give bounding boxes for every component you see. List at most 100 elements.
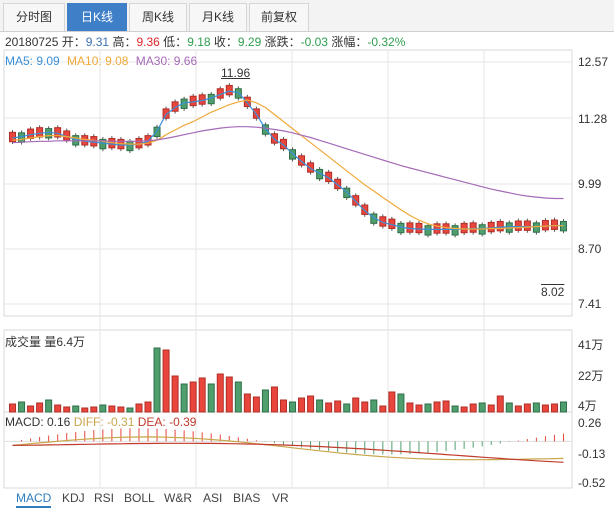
candle-body xyxy=(406,222,414,233)
volume-bar xyxy=(451,405,459,413)
period-tab-bar: 分时图 日K线 周K线 月K线 前复权 xyxy=(0,0,614,32)
indicator-tab-asi[interactable]: ASI xyxy=(203,491,222,505)
tab-daily-kline[interactable]: 日K线 xyxy=(67,3,127,31)
candle-body xyxy=(36,127,44,138)
dea-value: DEA: -0.39 xyxy=(137,415,197,429)
volume-bar xyxy=(261,389,269,413)
volume-bar xyxy=(9,403,17,413)
volume-bar xyxy=(433,401,441,413)
volume-bar xyxy=(496,395,504,413)
volume-bar xyxy=(270,386,278,413)
volume-bar xyxy=(550,403,558,413)
volume-bar xyxy=(108,405,116,413)
volume-bar xyxy=(162,349,170,413)
change-pct-value: -0.32% xyxy=(367,35,406,49)
macd-tick-1: 0.26 xyxy=(578,416,602,430)
open-value: 9.31 xyxy=(85,35,110,49)
tab-forward-adjusted[interactable]: 前复权 xyxy=(249,3,309,31)
volume-bar xyxy=(99,404,107,413)
volume-bar xyxy=(487,404,495,413)
volume-bar xyxy=(45,399,53,413)
volume-bar xyxy=(63,406,71,413)
volume-bar xyxy=(207,383,215,413)
indicator-tab-bias[interactable]: BIAS xyxy=(233,491,260,505)
candle-body xyxy=(424,225,432,236)
volume-bar xyxy=(90,406,98,413)
tab-intraday[interactable]: 分时图 xyxy=(3,3,65,31)
price-tick-3: 9.99 xyxy=(578,177,602,191)
volume-bar xyxy=(135,403,143,413)
volume-bar xyxy=(379,405,387,413)
candle-body xyxy=(532,222,540,233)
volume-bar xyxy=(54,404,62,413)
candle-body xyxy=(469,222,477,233)
macd-tick-2: -0.13 xyxy=(578,447,606,461)
close-value: 9.29 xyxy=(237,35,262,49)
indicator-tab-vr[interactable]: VR xyxy=(272,491,289,505)
volume-bar xyxy=(406,402,414,413)
volume-tick-1: 41万 xyxy=(578,338,604,352)
price-tick-2: 11.28 xyxy=(578,112,608,126)
price-high-marker: 11.96 xyxy=(221,66,251,80)
volume-bar xyxy=(126,407,134,413)
ma30-label: MA30: 9.66 xyxy=(135,54,198,68)
candle-body xyxy=(189,95,197,107)
ohlc-info-line: 20180725 开：9.31 高：9.36 低：9.18 收：9.29 涨跌：… xyxy=(5,35,406,49)
volume-bar xyxy=(234,381,242,413)
volume-bar xyxy=(415,404,423,413)
volume-bar xyxy=(117,406,125,413)
candle-body xyxy=(442,223,450,234)
candle-body xyxy=(541,220,549,231)
volume-bar xyxy=(225,376,233,413)
volume-bar xyxy=(298,397,306,413)
stock-chart-canvas[interactable] xyxy=(0,0,614,509)
tab-weekly-kline[interactable]: 周K线 xyxy=(129,3,187,31)
volume-bar xyxy=(198,377,206,413)
change-value: -0.03 xyxy=(300,35,328,49)
indicator-tab-wr[interactable]: W&R xyxy=(164,491,192,505)
volume-tick-3: 4万 xyxy=(578,399,597,413)
candle-body xyxy=(27,128,35,139)
volume-tick-2: 22万 xyxy=(578,369,604,383)
candle-body xyxy=(496,220,504,232)
volume-bar xyxy=(81,407,89,413)
candle-body xyxy=(126,140,134,152)
volume-bar xyxy=(289,401,297,413)
price-panel-frame xyxy=(3,49,573,317)
volume-bar xyxy=(532,402,540,413)
volume-bar xyxy=(18,401,26,413)
candle-body xyxy=(460,222,468,234)
volume-bar xyxy=(279,399,287,413)
ma5-line xyxy=(12,90,564,230)
moving-average-legend: MA5: 9.09 MA10: 9.08 MA30: 9.66 xyxy=(5,54,201,68)
low-value: 9.18 xyxy=(187,35,211,49)
volume-bar xyxy=(559,401,567,413)
candle-body xyxy=(451,225,459,236)
volume-panel-frame xyxy=(3,329,573,413)
diff-value: DIFF: -0.31 xyxy=(73,415,135,429)
indicator-tab-boll[interactable]: BOLL xyxy=(124,491,155,505)
ma5-label: MA5: 9.09 xyxy=(5,54,60,68)
indicator-tab-macd[interactable]: MACD xyxy=(16,491,52,508)
indicator-tab-rsi[interactable]: RSI xyxy=(94,491,114,505)
volume-bar xyxy=(343,403,351,413)
volume-bar xyxy=(523,403,531,413)
volume-title: 成交量 量6.4万 xyxy=(5,335,86,349)
price-tick-5: 7.41 xyxy=(578,297,602,311)
volume-bar xyxy=(424,403,432,413)
indicator-tab-kdj[interactable]: KDJ xyxy=(62,491,85,505)
volume-bar xyxy=(307,395,315,413)
candle-body xyxy=(487,221,495,233)
tab-monthly-kline[interactable]: 月K线 xyxy=(189,3,247,31)
candle-body xyxy=(523,220,531,231)
price-tick-4: 8.70 xyxy=(578,242,602,256)
indicator-tab-bar: MACD KDJ RSI BOLL W&R ASI BIAS VR xyxy=(0,488,614,508)
diff-line xyxy=(12,436,564,461)
high-value: 9.36 xyxy=(136,35,160,49)
volume-bar xyxy=(325,402,333,413)
macd-legend: MACD: 0.16 DIFF: -0.31 DEA: -0.39 xyxy=(5,415,196,429)
volume-bar xyxy=(171,375,179,413)
volume-bar xyxy=(361,401,369,413)
volume-bar xyxy=(144,401,152,413)
volume-bar xyxy=(541,404,549,413)
